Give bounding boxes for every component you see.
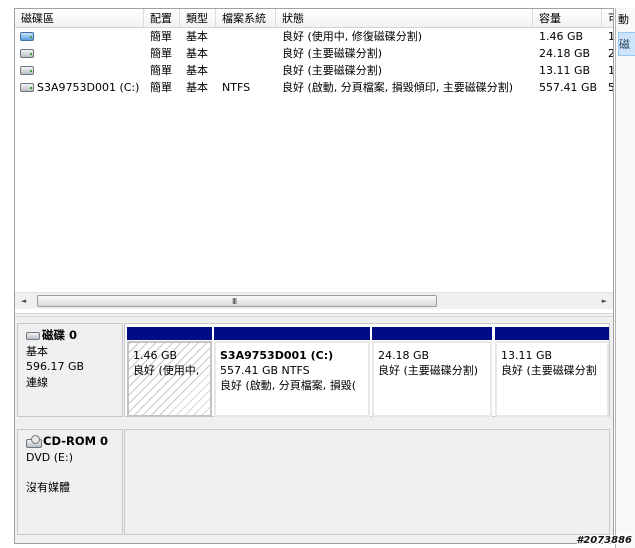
- partition-size: 13.11 GB: [501, 349, 553, 362]
- volume-status: 良好 (主要磁碟分割): [282, 64, 383, 77]
- partition-bar: [214, 327, 370, 340]
- actions-pane: 動 磁: [615, 8, 635, 548]
- scroll-right-button[interactable]: ►: [596, 293, 613, 310]
- volume-filesystem: [216, 28, 276, 45]
- partition-status: 良好 (啟動, 分頁檔案, 損毀(: [220, 379, 357, 392]
- column-header-type[interactable]: 類型: [180, 9, 216, 28]
- column-header-free[interactable]: 可: [602, 9, 613, 28]
- partition-status: 良好 (使用中,: [133, 364, 200, 377]
- partition-recovery[interactable]: 1.46 GB 良好 (使用中,: [127, 327, 212, 417]
- volume-type: 基本: [186, 64, 208, 77]
- volume-name: [31, 62, 144, 79]
- volume-filesystem: NTFS: [222, 81, 251, 94]
- cd-drive-icon: [26, 435, 42, 449]
- disk-0-type: 基本: [26, 344, 48, 358]
- actions-pane-header: 動: [618, 13, 629, 26]
- volume-free: 5: [608, 81, 613, 94]
- volume-row[interactable]: S3A9753D001 (C:) 簡單 基本 NTFS 良好 (啟動, 分頁檔案…: [15, 79, 613, 96]
- disk-0-state: 連線: [26, 375, 48, 389]
- partition-body: 13.11 GB 良好 (主要磁碟分割: [495, 341, 609, 417]
- disk-graphical-view: 磁碟 0 基本 596.17 GB 連線 1.46 GB 良好 (使用中, S3…: [15, 317, 613, 543]
- volume-name: [31, 28, 144, 45]
- volume-capacity: 24.18 GB: [539, 47, 591, 60]
- volume-free: 2: [608, 47, 613, 60]
- volume-layout: 簡單: [150, 81, 172, 94]
- cdrom-0-state: 沒有媒體: [26, 481, 70, 494]
- partition-body: 1.46 GB 良好 (使用中,: [127, 341, 212, 417]
- volume-layout: 簡單: [150, 47, 172, 60]
- volume-type: 基本: [186, 81, 208, 94]
- volume-type: 基本: [186, 30, 208, 43]
- cdrom-0-name: CD-ROM 0: [43, 434, 109, 448]
- partition-bar: [127, 327, 212, 340]
- hard-disk-icon: [26, 331, 40, 340]
- disk-0-partitions: 1.46 GB 良好 (使用中, S3A9753D001 (C:) 557.41…: [124, 323, 610, 417]
- volume-list: 磁碟區 配置 類型 檔案系統 狀態 容量 可 簡單 基本 良好 (使用中, 修復…: [15, 9, 613, 313]
- cdrom-0-drive: DVD (E:): [26, 450, 74, 464]
- cdrom-spacer: [26, 465, 122, 480]
- partition-bar: [495, 327, 609, 340]
- scrollbar-grip: III: [232, 297, 237, 306]
- cdrom-0-title: CD-ROM 0: [26, 434, 122, 450]
- scroll-left-button[interactable]: ◄: [15, 293, 32, 310]
- partition-status: 良好 (主要磁碟分割): [378, 364, 479, 377]
- partition-status: 良好 (主要磁碟分割: [501, 364, 597, 377]
- column-header-capacity[interactable]: 容量: [533, 9, 602, 28]
- disk-0-title: 磁碟 0: [26, 328, 122, 344]
- volume-capacity: 1.46 GB: [539, 30, 584, 43]
- cdrom-0-area[interactable]: [124, 429, 610, 535]
- volume-row[interactable]: 簡單 基本 良好 (主要磁碟分割) 13.11 GB 1: [15, 62, 613, 79]
- disk-0-label[interactable]: 磁碟 0 基本 596.17 GB 連線: [17, 323, 123, 417]
- disk-management-panel: 磁碟區 配置 類型 檔案系統 狀態 容量 可 簡單 基本 良好 (使用中, 修復…: [14, 8, 614, 544]
- column-header-volume[interactable]: 磁碟區: [15, 9, 144, 28]
- volume-layout: 簡單: [150, 30, 172, 43]
- volume-name: S3A9753D001 (C:): [37, 81, 140, 94]
- volume-layout: 簡單: [150, 64, 172, 77]
- partition-primary-1[interactable]: 24.18 GB 良好 (主要磁碟分割): [372, 327, 492, 417]
- scrollbar-thumb[interactable]: III: [37, 295, 437, 307]
- volume-type: 基本: [186, 47, 208, 60]
- disk-0-name: 磁碟 0: [42, 328, 78, 342]
- volume-row[interactable]: 簡單 基本 良好 (使用中, 修復磁碟分割) 1.46 GB 1: [15, 28, 613, 45]
- column-header-row: 磁碟區 配置 類型 檔案系統 狀態 容量 可: [15, 9, 613, 28]
- partition-size: 24.18 GB: [378, 349, 430, 362]
- partition-size: 1.46 GB: [133, 349, 178, 362]
- column-header-status[interactable]: 狀態: [276, 9, 533, 28]
- volume-capacity: 13.11 GB: [539, 64, 591, 77]
- volume-status: 良好 (主要磁碟分割): [282, 47, 383, 60]
- volume-row[interactable]: 簡單 基本 良好 (主要磁碟分割) 24.18 GB 2: [15, 45, 613, 62]
- column-header-layout[interactable]: 配置: [144, 9, 180, 28]
- window-top-edge: [0, 0, 635, 8]
- partition-body: 24.18 GB 良好 (主要磁碟分割): [372, 341, 492, 417]
- volume-status: 良好 (使用中, 修復磁碟分割): [282, 30, 423, 43]
- volume-filesystem: [216, 62, 276, 79]
- partition-primary-2[interactable]: 13.11 GB 良好 (主要磁碟分割: [495, 327, 609, 417]
- cdrom-0-label[interactable]: CD-ROM 0 DVD (E:) 沒有媒體: [17, 429, 123, 535]
- volume-filesystem: [216, 45, 276, 62]
- partition-bar: [372, 327, 492, 340]
- volume-status: 良好 (啟動, 分頁檔案, 損毀傾印, 主要磁碟分割): [282, 81, 514, 94]
- watermark-text: #2073886: [576, 535, 632, 546]
- partition-body: S3A9753D001 (C:) 557.41 GB NTFS 良好 (啟動, …: [214, 341, 370, 417]
- actions-pane-selected-item[interactable]: 磁: [618, 32, 635, 56]
- horizontal-scrollbar[interactable]: ◄ III ►: [15, 292, 613, 309]
- volume-free: 1: [608, 30, 613, 43]
- volume-free: 1: [608, 64, 613, 77]
- partition-c-drive[interactable]: S3A9753D001 (C:) 557.41 GB NTFS 良好 (啟動, …: [214, 327, 370, 417]
- volume-name: [31, 45, 144, 62]
- partition-size: 557.41 GB NTFS: [220, 364, 310, 377]
- volume-capacity: 557.41 GB: [539, 81, 598, 94]
- disk-0-size: 596.17 GB: [26, 360, 85, 373]
- partition-title: S3A9753D001 (C:): [220, 349, 334, 362]
- column-header-filesystem[interactable]: 檔案系統: [216, 9, 276, 28]
